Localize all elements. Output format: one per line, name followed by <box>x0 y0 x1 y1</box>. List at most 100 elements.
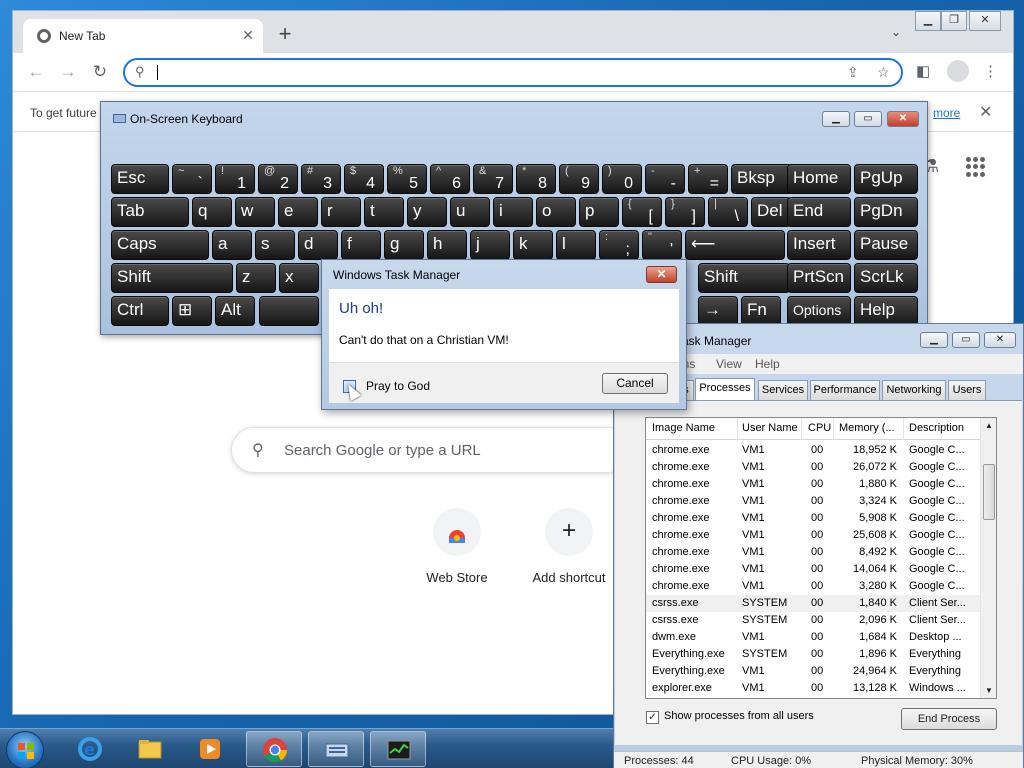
key-z[interactable]: z <box>236 263 276 293</box>
forward-icon[interactable]: → <box>57 61 79 83</box>
key-Shift[interactable]: Shift <box>111 263 233 293</box>
key-[interactable]: | \ <box>708 197 748 227</box>
key-space[interactable] <box>259 296 319 326</box>
table-row[interactable]: chrome.exe VM1 00 26,072 K Google C... <box>646 459 982 476</box>
col-user-name[interactable]: User Name <box>742 422 798 434</box>
show-all-users-checkbox[interactable]: ✓ <box>646 711 659 724</box>
menu-help[interactable]: Help <box>755 357 780 371</box>
table-row[interactable]: chrome.exe VM1 00 25,608 K Google C... <box>646 527 982 544</box>
key-w[interactable]: w <box>235 197 275 227</box>
tab-processes[interactable]: Processes <box>695 378 755 400</box>
osk-restore-icon[interactable]: ▭ <box>854 111 882 127</box>
start-button[interactable] <box>6 731 44 768</box>
key-[interactable]: {[ <box>622 197 662 227</box>
key-Del[interactable]: Del <box>751 197 791 227</box>
key-g[interactable]: g <box>384 230 424 260</box>
key-y[interactable]: y <box>407 197 447 227</box>
window-close-icon[interactable]: ✕ <box>969 11 1001 31</box>
key-End[interactable]: End <box>787 197 851 227</box>
tab-performance[interactable]: Performance <box>810 380 880 400</box>
table-row[interactable]: chrome.exe VM1 00 5,908 K Google C... <box>646 510 982 527</box>
key-[interactable]: → <box>698 296 738 326</box>
google-apps-icon[interactable] <box>966 157 986 177</box>
key-2[interactable]: @2 <box>258 164 298 194</box>
key-o[interactable]: o <box>536 197 576 227</box>
info-bar-learn-more-link[interactable]: more <box>933 106 960 120</box>
tab-search-chevron-icon[interactable]: ⌄ <box>891 25 901 39</box>
table-row[interactable]: dwm.exe VM1 00 1,684 K Desktop ... <box>646 629 982 646</box>
key-f[interactable]: f <box>341 230 381 260</box>
key-[interactable]: ⊞ <box>172 296 212 326</box>
key-t[interactable]: t <box>364 197 404 227</box>
key-PrtScn[interactable]: PrtScn <box>787 263 851 293</box>
key-Shift[interactable]: Shift <box>698 263 790 293</box>
tab-services[interactable]: Services <box>758 380 808 400</box>
key-x[interactable]: x <box>279 263 319 293</box>
table-row[interactable]: csrss.exe SYSTEM 00 1,840 K Client Ser... <box>646 595 982 612</box>
key-a[interactable]: a <box>212 230 252 260</box>
taskbar-item[interactable] <box>370 731 426 767</box>
google-search-box[interactable]: ⚲ Search Google or type a URL <box>231 427 631 473</box>
table-row[interactable]: chrome.exe VM1 00 18,952 K Google C... <box>646 442 982 459</box>
bookmark-star-icon[interactable]: ☆ <box>877 64 890 81</box>
key-Help[interactable]: Help <box>854 296 918 326</box>
col-description[interactable]: Description <box>909 422 964 434</box>
reload-icon[interactable]: ↻ <box>89 61 111 83</box>
tab-networking[interactable]: Networking <box>882 380 946 400</box>
key-1[interactable]: ! 1 <box>215 164 255 194</box>
table-row[interactable]: chrome.exe VM1 00 8,492 K Google C... <box>646 544 982 561</box>
col-cpu[interactable]: CPU <box>808 422 831 434</box>
key-[interactable]: " ' <box>642 230 682 260</box>
dialog-close-icon[interactable]: ✕ <box>646 266 677 283</box>
key-[interactable]: ~ ` <box>172 164 212 194</box>
key-ScrLk[interactable]: ScrLk <box>854 263 918 293</box>
shortcut-add[interactable]: + Add shortcut <box>519 508 619 585</box>
menu-view[interactable]: View <box>716 357 742 371</box>
shortcut-web-store[interactable]: Web Store <box>407 508 507 585</box>
key-h[interactable]: h <box>427 230 467 260</box>
key-7[interactable]: & 7 <box>473 164 513 194</box>
tab-new-tab[interactable]: New Tab ✕ <box>23 19 263 53</box>
key-Caps[interactable]: Caps <box>111 230 209 260</box>
key-9[interactable]: (9 <box>559 164 599 194</box>
key-p[interactable]: p <box>579 197 619 227</box>
taskbar-item[interactable] <box>308 731 364 767</box>
share-icon[interactable]: ⇪ <box>847 64 859 81</box>
table-row[interactable]: chrome.exe VM1 00 14,064 K Google C... <box>646 561 982 578</box>
table-row[interactable]: Everything.exe VM1 00 24,964 K Everything <box>646 663 982 680</box>
key-[interactable]: -- <box>645 164 685 194</box>
key-l[interactable]: l <box>556 230 596 260</box>
scroll-down-icon[interactable]: ▼ <box>985 686 993 695</box>
tm-restore-icon[interactable]: ▭ <box>952 332 980 348</box>
table-row[interactable]: chrome.exe VM1 00 3,280 K Google C... <box>646 578 982 595</box>
key-4[interactable]: $4 <box>344 164 384 194</box>
key-3[interactable]: #3 <box>301 164 341 194</box>
key-8[interactable]: * 8 <box>516 164 556 194</box>
osk-minimize-icon[interactable]: ▁ <box>822 111 850 127</box>
key-Alt[interactable]: Alt <box>215 296 255 326</box>
menu-kebab-icon[interactable]: ⋮ <box>983 62 998 80</box>
key-s[interactable]: s <box>255 230 295 260</box>
key-[interactable]: }] <box>665 197 705 227</box>
col-image-name[interactable]: Image Name <box>652 422 715 434</box>
omnibox[interactable]: ⚲ ⇪ ☆ <box>123 58 903 87</box>
table-row[interactable]: chrome.exe VM1 00 1,880 K Google C... <box>646 476 982 493</box>
key-Esc[interactable]: Esc <box>111 164 169 194</box>
key-[interactable]: + = <box>688 164 728 194</box>
key-i[interactable]: i <box>493 197 533 227</box>
key-PgDn[interactable]: PgDn <box>854 197 918 227</box>
table-row[interactable]: chrome.exe VM1 00 3,324 K Google C... <box>646 493 982 510</box>
key-u[interactable]: u <box>450 197 490 227</box>
key-Bksp[interactable]: Bksp <box>731 164 793 194</box>
key-6[interactable]: ^ 6 <box>430 164 470 194</box>
key-d[interactable]: d <box>298 230 338 260</box>
key-Ctrl[interactable]: Ctrl <box>111 296 169 326</box>
taskbar-item[interactable] <box>122 731 178 767</box>
col-memory[interactable]: Memory (... <box>839 422 895 434</box>
taskbar-item[interactable] <box>246 731 302 767</box>
key-Options[interactable]: Options <box>787 296 851 326</box>
info-bar-close-icon[interactable]: ✕ <box>979 102 992 122</box>
restore-icon[interactable]: ❐ <box>941 11 967 31</box>
minimize-icon[interactable]: ▁ <box>915 11 941 31</box>
tm-minimize-icon[interactable]: ▁ <box>920 332 948 348</box>
